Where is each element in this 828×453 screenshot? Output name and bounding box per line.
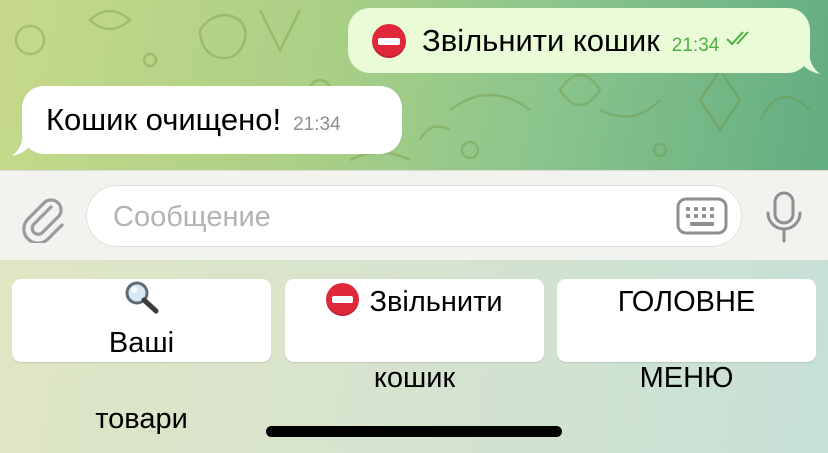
message-input[interactable] [111, 196, 655, 238]
voice-message-button[interactable] [762, 189, 806, 245]
no-entry-icon [326, 282, 360, 316]
main-menu-line1: ГОЛОВНЕ [617, 285, 756, 318]
clear-cart-line2: кошик [373, 361, 456, 394]
home-indicator[interactable] [266, 426, 562, 437]
keyboard-icon [676, 197, 728, 235]
main-menu-button[interactable]: ГОЛОВНЕ МЕНЮ [557, 279, 816, 394]
telegram-chat-screen: Звільнити кошик 21:34 Кошик очищено! 21:… [0, 0, 828, 453]
double-check-icon [725, 30, 755, 51]
outgoing-message-time: 21:34 [671, 34, 720, 56]
attach-button[interactable] [18, 193, 68, 245]
incoming-message-time: 21:34 [293, 114, 341, 135]
your-products-line2: товари [95, 402, 188, 435]
outgoing-message-text: Звільнити кошик [422, 22, 660, 58]
your-products-button[interactable]: Ваші товари [12, 279, 271, 435]
main-menu-button-label: ГОЛОВНЕ МЕНЮ [618, 245, 756, 397]
clear-cart-button[interactable]: Звільнити кошик [285, 279, 544, 394]
bot-keyboard-toggle-button[interactable] [675, 196, 729, 236]
clear-cart-line1: Звільнити [369, 285, 503, 318]
main-menu-line2: МЕНЮ [639, 361, 734, 394]
outgoing-message-bubble[interactable]: Звільнити кошик 21:34 [348, 8, 810, 73]
chat-history[interactable]: Звільнити кошик 21:34 Кошик очищено! 21:… [0, 0, 828, 170]
outgoing-bubble-tail [798, 52, 820, 74]
bot-reply-keyboard: Ваші товари Звільнити кошик ГОЛОВНЕ МЕНЮ [0, 260, 828, 453]
no-entry-icon [372, 23, 406, 58]
incoming-message-text: Кошик очищено! [46, 102, 282, 137]
incoming-message-bubble[interactable]: Кошик очищено! 21:34 [22, 86, 402, 154]
magnifier-icon [124, 242, 160, 324]
incoming-bubble-tail [12, 134, 34, 156]
paperclip-icon [22, 198, 64, 245]
your-products-button-label: Ваші товари [95, 204, 188, 438]
your-products-line1: Ваші [108, 326, 175, 359]
microphone-icon [766, 191, 802, 243]
clear-cart-button-label: Звільнити кошик [326, 245, 503, 397]
